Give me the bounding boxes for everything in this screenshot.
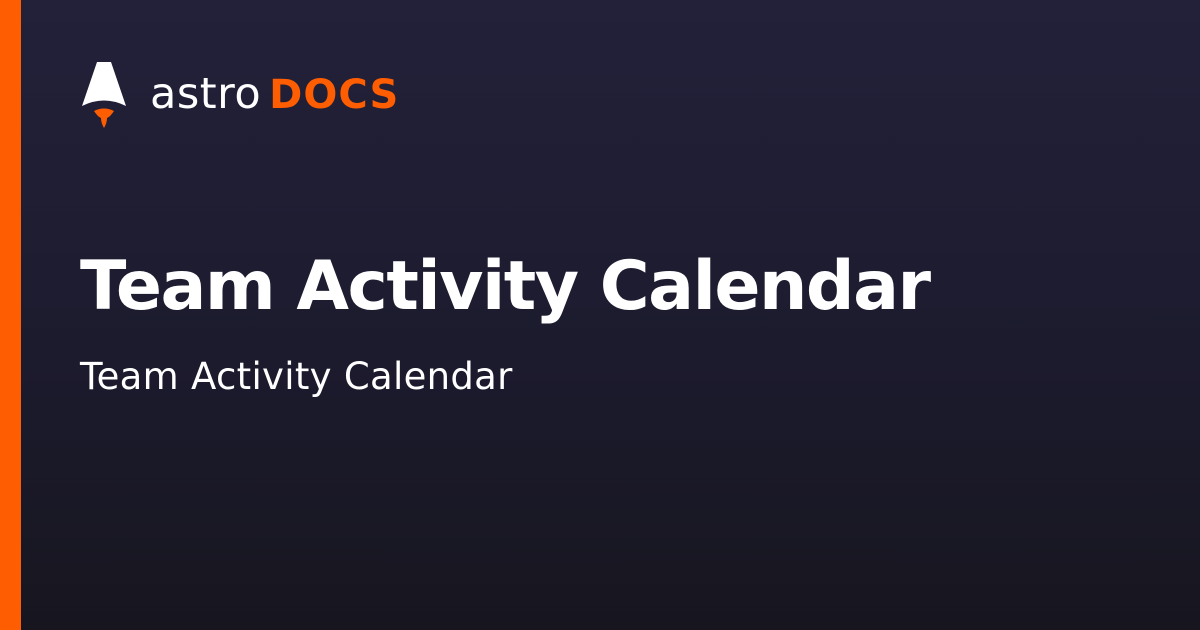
wordmark: astro DOCS: [150, 70, 399, 119]
astro-rocket-logo-icon: [82, 62, 126, 128]
page-title: Team Activity Calendar: [80, 247, 931, 326]
wordmark-docs: DOCS: [269, 72, 400, 118]
astro-docs-logo: astro DOCS: [80, 60, 399, 130]
page-subtitle: Team Activity Calendar: [80, 355, 513, 398]
accent-bar: [0, 0, 21, 630]
wordmark-astro: astro: [150, 69, 262, 119]
